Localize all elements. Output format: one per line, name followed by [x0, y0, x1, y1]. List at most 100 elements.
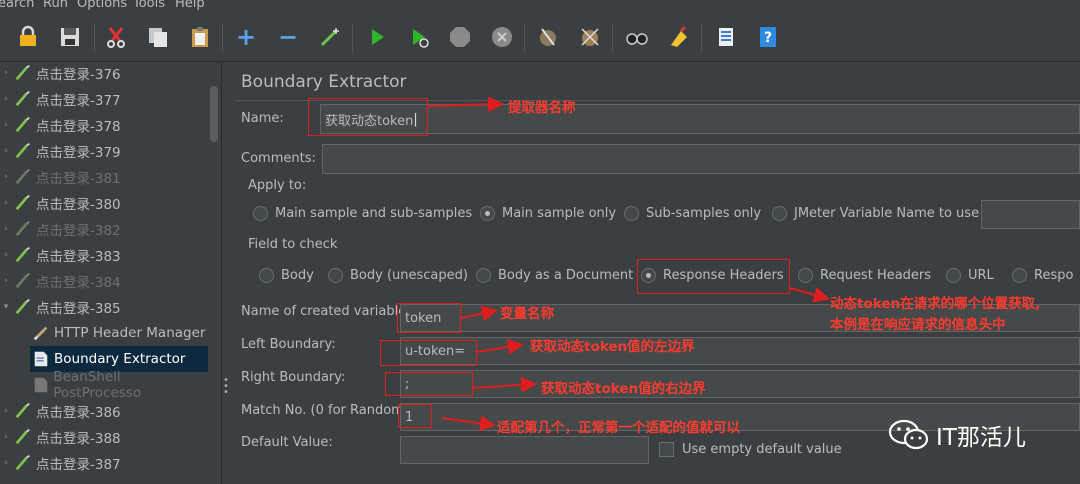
help-icon[interactable]: ? [755, 24, 781, 50]
save-icon[interactable] [57, 24, 83, 50]
cut-icon[interactable] [103, 24, 129, 50]
tree-item-label: HTTP Header Manager [54, 325, 206, 341]
tree-item-label: 点击登录-386 [36, 405, 121, 421]
stop-icon[interactable] [447, 24, 473, 50]
radio-url[interactable]: URL [946, 268, 994, 283]
tree-item[interactable]: › 点击登录-378 [0, 112, 208, 138]
menu-tools[interactable]: Tools [133, 0, 165, 11]
tree-item[interactable]: › 点击登录-376 [0, 60, 208, 86]
expand-icon[interactable]: › [0, 276, 12, 286]
sampler-icon [12, 453, 34, 473]
sampler-icon [12, 401, 34, 421]
sampler-disabled-icon [12, 167, 34, 187]
radio-main-only[interactable]: Main sample only [480, 206, 616, 221]
radio-sub-only[interactable]: Sub-samples only [624, 206, 761, 221]
radio-body[interactable]: Body [259, 268, 314, 283]
tree-item[interactable]: › 点击登录-383 [0, 242, 208, 268]
shutdown-icon[interactable] [489, 24, 515, 50]
menu-search[interactable]: earch [0, 0, 34, 11]
add-icon[interactable]: + [233, 23, 259, 51]
tree-child-item[interactable]: HTTP Header Manager [30, 320, 208, 346]
radio-button-selected[interactable] [480, 206, 495, 221]
tree-item[interactable]: › 点击登录-382 [0, 216, 208, 242]
splitter-handle[interactable]: • • • [222, 376, 230, 398]
expand-icon[interactable]: › [0, 120, 12, 130]
radio-main-and-sub[interactable]: Main sample and sub-samples [253, 206, 472, 221]
checkbox[interactable] [659, 442, 674, 457]
right-boundary-field[interactable]: ; [400, 370, 1080, 398]
wand-icon[interactable] [317, 24, 343, 50]
radio-jmeter-variable[interactable]: JMeter Variable Name to use [772, 206, 979, 221]
extractor-icon [30, 349, 52, 369]
tree-item[interactable]: › 点击登录-384 [0, 268, 208, 294]
radio-label: JMeter Variable Name to use [794, 206, 980, 221]
menu-options[interactable]: Options [77, 0, 127, 11]
tree-item[interactable]: › 点击登录-381 [0, 164, 208, 190]
lock-icon[interactable] [15, 24, 41, 50]
radio-label: URL [968, 268, 994, 283]
tree-item[interactable]: › 点击登录-377 [0, 86, 208, 112]
radio-label: Main sample and sub-samples [275, 206, 473, 221]
menu-help[interactable]: Help [175, 0, 205, 11]
expand-icon[interactable]: › [0, 406, 12, 416]
jmeter-variable-field[interactable] [981, 200, 1080, 229]
expand-icon[interactable]: › [0, 146, 12, 156]
radio-response-code[interactable]: Respo [1012, 268, 1073, 283]
tree-item[interactable]: › 点击登录-380 [0, 190, 208, 216]
start-icon[interactable] [364, 24, 390, 50]
default-value-field[interactable] [400, 436, 649, 464]
radio-body-unescaped[interactable]: Body (unescaped) [328, 268, 468, 283]
reset-search-icon[interactable] [666, 24, 692, 50]
left-boundary-highlight-box [380, 340, 477, 366]
name-field[interactable]: 获取动态token | [320, 104, 1080, 134]
expand-icon[interactable]: › [0, 432, 12, 442]
variable-name-label: Name of created variable: [241, 304, 411, 319]
toolbar-separator [222, 24, 223, 52]
use-empty-default-checkbox[interactable]: Use empty default value [659, 442, 842, 457]
radio-button[interactable] [946, 268, 961, 283]
function-list-icon[interactable] [713, 24, 739, 50]
search-icon[interactable] [624, 24, 650, 50]
tree-item[interactable]: › 点击登录-387 [0, 450, 208, 476]
radio-button[interactable] [259, 268, 274, 283]
expand-icon[interactable]: › [0, 224, 12, 234]
field-annotation-line2: 本例是在响应请求的信息头中 [830, 317, 1006, 333]
menu-run[interactable]: Run [43, 0, 68, 11]
toolbar-separator [524, 24, 525, 52]
header-manager-icon [30, 323, 52, 343]
radio-button[interactable] [328, 268, 343, 283]
tree-item[interactable]: › 点击登录-386 [0, 398, 208, 424]
radio-label: Request Headers [820, 268, 932, 283]
tree-scrollbar[interactable] [208, 62, 220, 484]
radio-label: Main sample only [502, 206, 617, 221]
copy-icon[interactable] [145, 24, 171, 50]
expand-icon[interactable]: › [0, 172, 12, 182]
radio-button[interactable] [772, 206, 787, 221]
comments-field[interactable] [322, 144, 1080, 174]
radio-button[interactable] [1012, 268, 1027, 283]
expand-icon[interactable]: › [0, 458, 12, 468]
radio-request-headers[interactable]: Request Headers [798, 268, 931, 283]
tree-item[interactable]: › 点击登录-388 [0, 424, 208, 450]
expand-icon[interactable]: › [0, 94, 12, 104]
page-title: Boundary Extractor [241, 72, 407, 92]
remove-icon[interactable]: − [275, 23, 301, 51]
radio-button[interactable] [798, 268, 813, 283]
paste-icon[interactable] [187, 24, 213, 50]
left-boundary-field[interactable]: u-token= [400, 337, 1080, 365]
collapse-icon[interactable]: ▾ [0, 302, 12, 312]
expand-icon[interactable]: › [0, 68, 12, 78]
clear-icon[interactable] [535, 24, 561, 50]
tree-item[interactable]: › 点击登录-379 [0, 138, 208, 164]
radio-button[interactable] [624, 206, 639, 221]
radio-button[interactable] [253, 206, 268, 221]
tree-child-item[interactable]: BeanShell PostProcesso [30, 369, 208, 401]
clear-all-icon[interactable] [577, 24, 603, 50]
start-no-pause-icon[interactable] [406, 24, 432, 50]
expand-icon[interactable]: › [0, 250, 12, 260]
tree-item[interactable]: ▾ 点击登录-385 [0, 294, 208, 320]
tree-scrollbar-thumb[interactable] [210, 86, 218, 142]
radio-body-as-document[interactable]: Body as a Document [476, 268, 633, 283]
radio-button[interactable] [476, 268, 491, 283]
expand-icon[interactable]: › [0, 198, 12, 208]
